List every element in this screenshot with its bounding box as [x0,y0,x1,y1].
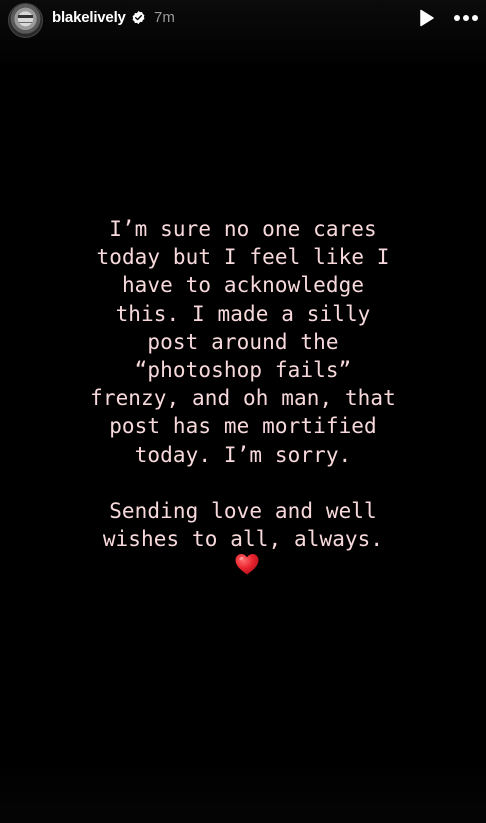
avatar[interactable] [8,3,43,38]
red-heart-icon [235,554,259,575]
text-line: this. I made a silly [115,301,371,326]
verified-badge-icon [132,10,145,25]
more-options-icon[interactable] [452,10,480,26]
text-line: today but I feel like I [96,245,390,270]
text-line: have to acknowledge [121,273,365,298]
text-line: post around the [147,329,339,354]
text-line: post has me mortified [109,414,377,439]
story-text: I’m sure no one cares today but I feel l… [0,215,486,553]
post-timestamp: 7m [154,9,175,26]
story-header: blakelively 7m [0,0,486,38]
text-line: today. I’m sorry. [134,442,352,467]
username[interactable]: blakelively [52,9,126,26]
play-icon[interactable] [416,8,436,28]
text-line: I’m sure no one cares [109,217,377,241]
text-line: frenzy, and oh man, that [90,386,396,411]
story-viewer[interactable]: blakelively 7m I’m sure no one cares tod… [0,0,486,823]
text-line: Sending love and well [109,498,377,523]
text-line: “photoshop fails” [134,357,352,382]
text-line: wishes to all, always. [102,527,384,552]
